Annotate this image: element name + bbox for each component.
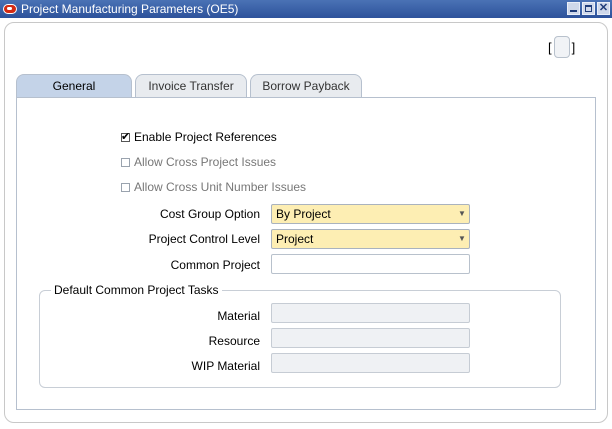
oracle-app-icon <box>3 4 17 14</box>
checkbox-checked-icon[interactable] <box>121 130 130 143</box>
resource-input[interactable] <box>271 328 470 348</box>
tab-general[interactable]: General <box>16 74 132 99</box>
common-project-input[interactable] <box>271 254 470 274</box>
cost-group-option-label: Cost Group Option <box>159 207 260 221</box>
folder-field[interactable] <box>553 36 570 58</box>
enable-project-references-checkbox[interactable]: Enable Project References <box>121 130 277 144</box>
minimize-icon[interactable] <box>567 2 580 15</box>
material-label: Material <box>217 309 260 323</box>
checkbox-unchecked-icon <box>121 157 130 167</box>
allow-cross-project-issues-label: Allow Cross Project Issues <box>134 155 277 169</box>
wip-material-input[interactable] <box>271 353 470 373</box>
project-control-level-label: Project Control Level <box>148 232 260 246</box>
tab-invoice-transfer[interactable]: Invoice Transfer <box>135 74 247 97</box>
resource-label: Resource <box>208 334 260 348</box>
common-project-label: Common Project <box>170 258 260 272</box>
enable-project-references-label: Enable Project References <box>134 130 277 144</box>
folder-indicator: [ ] <box>548 36 575 58</box>
bracket-left: [ <box>548 39 552 55</box>
project-control-level-select[interactable]: Project ▼ <box>271 229 470 249</box>
cost-group-option-value: By Project <box>276 207 331 221</box>
window-title-bar: Project Manufacturing Parameters (OE5) ✕ <box>0 0 612 18</box>
default-common-project-tasks-title: Default Common Project Tasks <box>51 283 222 297</box>
maximize-icon[interactable] <box>582 2 595 15</box>
material-input[interactable] <box>271 303 470 323</box>
dropdown-arrow-icon[interactable]: ▼ <box>455 230 469 248</box>
allow-cross-project-issues-checkbox: Allow Cross Project Issues <box>121 155 276 169</box>
allow-cross-unit-number-issues-checkbox: Allow Cross Unit Number Issues <box>121 180 306 194</box>
checkbox-unchecked-icon <box>121 182 130 192</box>
wip-material-label: WIP Material <box>191 359 260 373</box>
project-control-level-value: Project <box>276 232 314 246</box>
dropdown-arrow-icon[interactable]: ▼ <box>455 205 469 223</box>
bracket-right: ] <box>571 39 576 55</box>
tab-borrow-payback[interactable]: Borrow Payback <box>250 74 362 97</box>
window-controls: ✕ <box>567 2 610 15</box>
window-title: Project Manufacturing Parameters (OE5) <box>21 2 239 16</box>
cost-group-option-select[interactable]: By Project ▼ <box>271 204 470 224</box>
allow-cross-unit-number-issues-label: Allow Cross Unit Number Issues <box>134 180 307 194</box>
close-icon[interactable]: ✕ <box>597 2 610 15</box>
